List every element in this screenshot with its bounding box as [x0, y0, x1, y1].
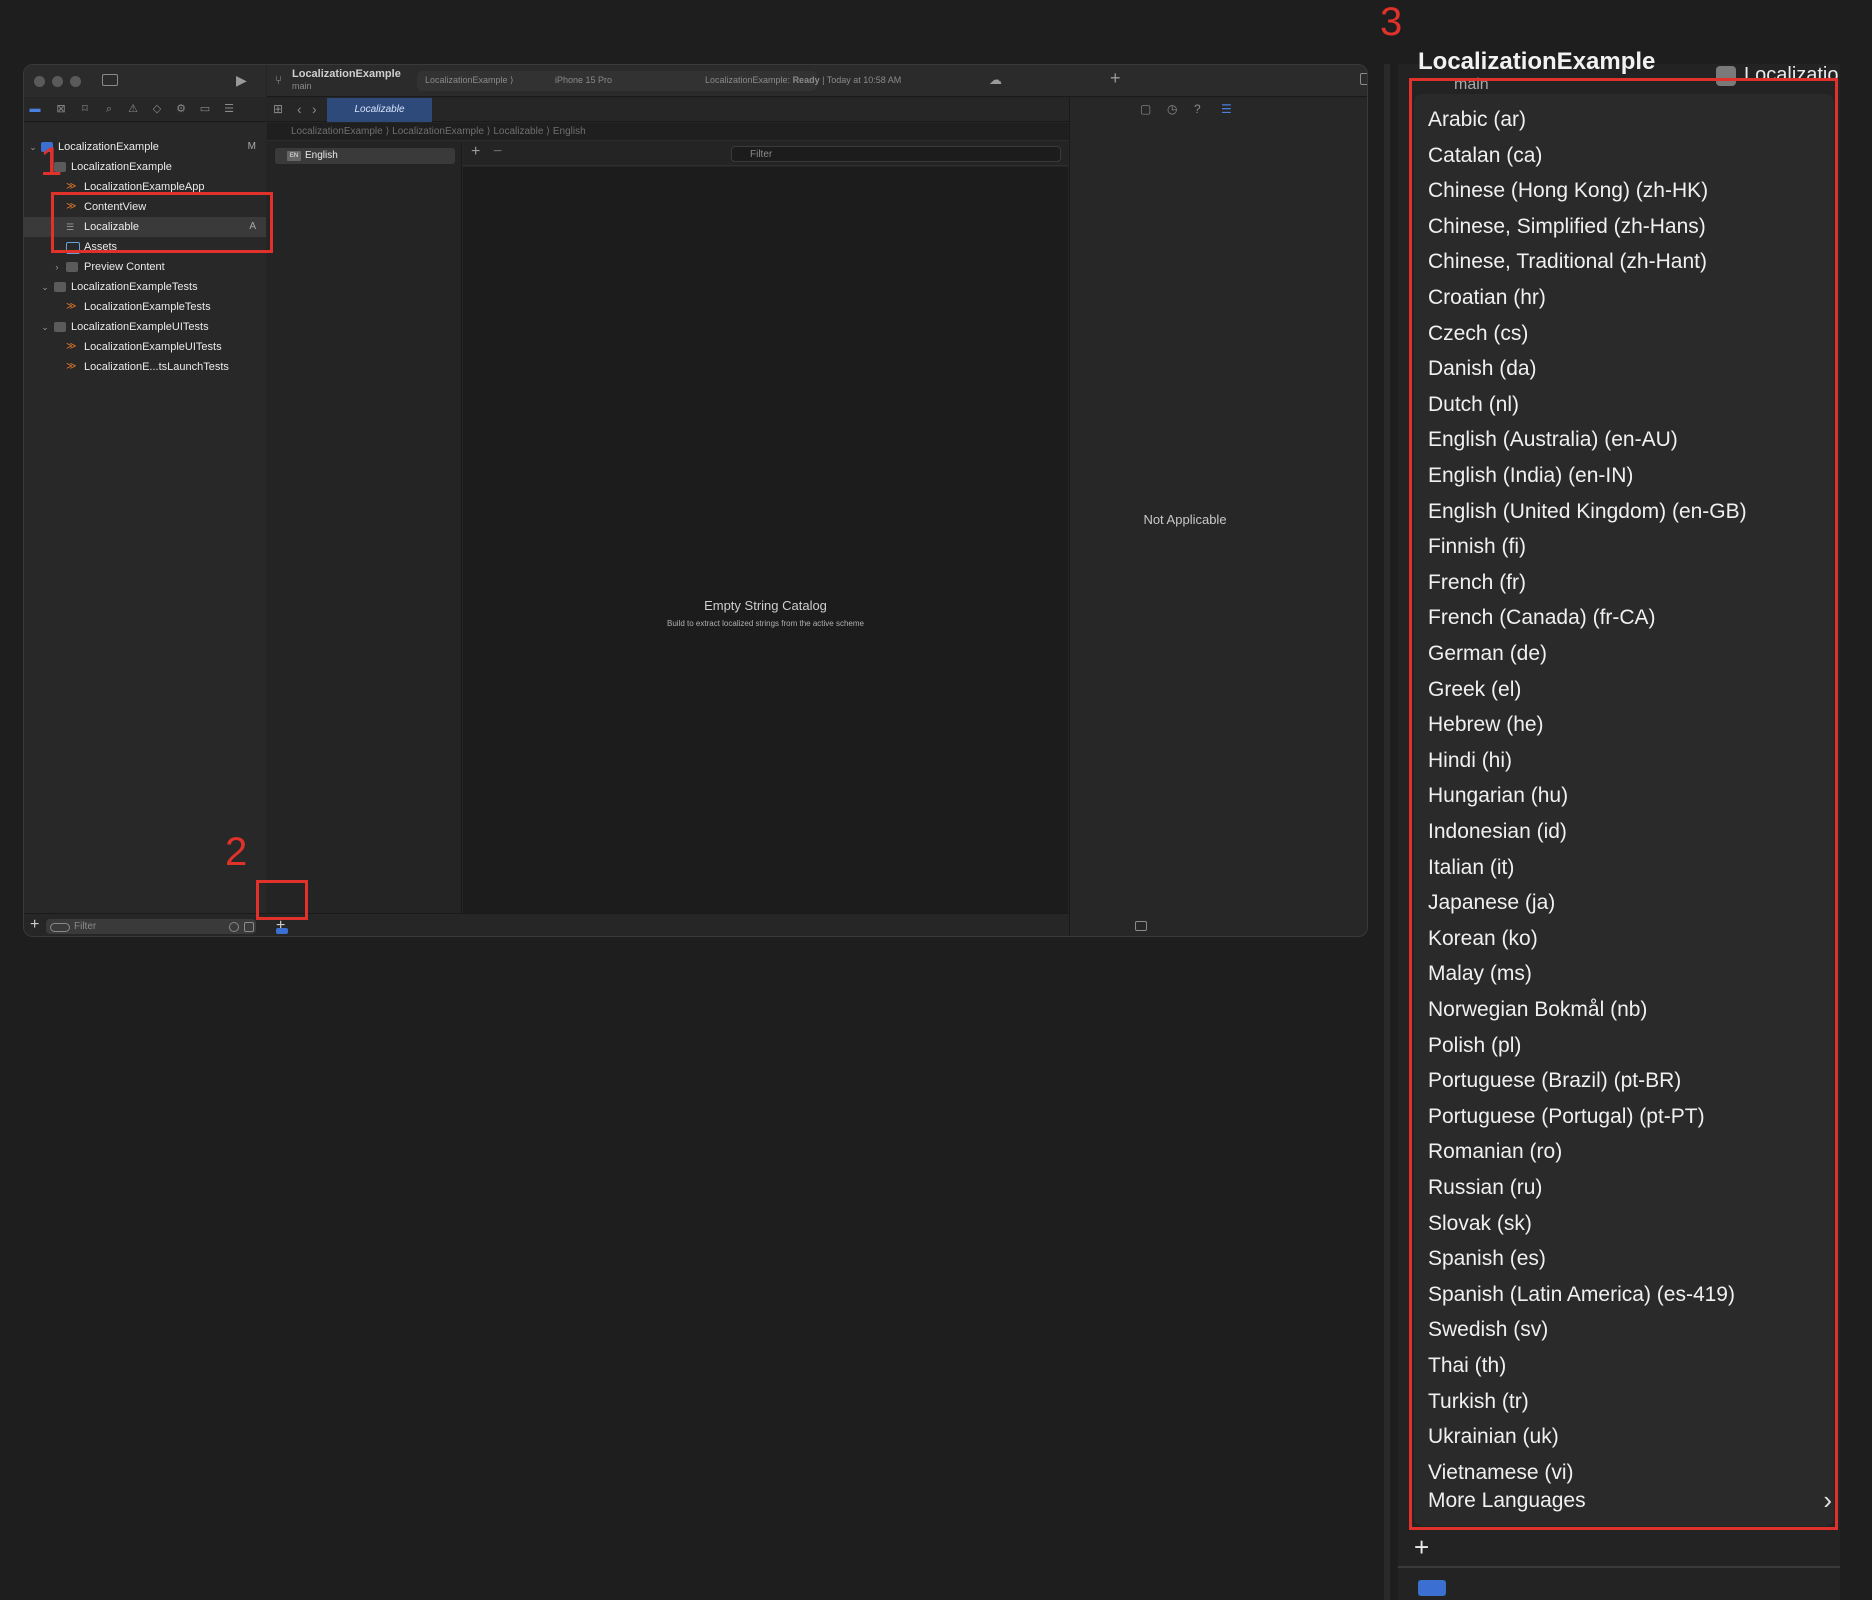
minimize-window-button[interactable] [52, 76, 63, 87]
breadcrumb[interactable]: LocalizationExample ⟩ LocalizationExampl… [267, 123, 1147, 141]
nav-item-label: LocalizationExample [71, 161, 172, 173]
chevron-down-icon[interactable]: ⌄ [28, 137, 38, 157]
recent-files-icon[interactable] [229, 922, 239, 932]
file-inspector-icon[interactable]: ▢ [1140, 102, 1151, 116]
swift-file-icon: ≫ [66, 341, 77, 352]
zoomed-debug-area-icon [1418, 1580, 1446, 1596]
scheme-selector[interactable]: LocalizationExample ⟩ [425, 75, 514, 86]
test-icon[interactable]: ◇ [150, 102, 164, 116]
nav-item-folder[interactable]: ⌄ LocalizationExampleTests [24, 277, 266, 297]
run-icon[interactable]: ▶ [236, 72, 247, 89]
filter-options-icon[interactable] [50, 923, 70, 932]
annotation-box-1 [51, 192, 273, 253]
close-window-button[interactable] [34, 76, 45, 87]
build-status-time: | Today at 10:58 AM [819, 75, 902, 85]
add-string-icon[interactable]: + [471, 143, 480, 161]
nav-item-label: LocalizationExampleTests [71, 281, 198, 293]
empty-catalog-subtitle: Build to extract localized strings from … [667, 619, 864, 628]
inspector-empty-text: Not Applicable [1143, 512, 1227, 527]
cloud-icon[interactable]: ☁ [989, 72, 1002, 88]
annotation-number-2: 2 [225, 830, 248, 874]
add-file-icon[interactable]: + [30, 916, 39, 934]
tab-localizable[interactable]: Localizable [327, 98, 432, 122]
swift-file-icon: ≫ [66, 181, 77, 192]
nav-item-label: LocalizationExample [58, 141, 159, 153]
nav-item-label: LocalizationExampleTests [84, 301, 211, 313]
sidebar-toggle-icon[interactable] [102, 74, 118, 86]
navigator-filter-bar: + Filter [24, 913, 266, 936]
chevron-left-icon[interactable]: ‹ [297, 101, 302, 117]
folder-icon [54, 282, 66, 292]
nav-item-label: Preview Content [84, 261, 165, 273]
activity-viewer[interactable]: LocalizationExample ⟩ iPhone 15 Pro Loca… [417, 71, 901, 91]
string-catalog-area: Empty String Catalog Build to extract lo… [463, 167, 1068, 913]
chevron-down-icon[interactable]: ⌄ [40, 277, 50, 297]
nav-item-file[interactable]: ≫ LocalizationExampleTests [24, 297, 266, 317]
navigator-filter-input[interactable]: Filter [46, 919, 256, 934]
annotation-box-2 [256, 880, 308, 920]
help-icon[interactable]: ? [1194, 102, 1201, 116]
build-status: LocalizationExample: Ready | Today at 10… [705, 75, 901, 85]
source-control-icon[interactable]: ⊠ [54, 102, 68, 116]
nav-item-file[interactable]: ≫ LocalizationE...tsLaunchTests [24, 357, 266, 377]
swift-file-icon: ≫ [66, 361, 77, 372]
window-toolbar: ⑂ LocalizationExample main LocalizationE… [267, 65, 1367, 97]
debug-area-icon[interactable] [276, 928, 288, 934]
chevron-down-icon[interactable]: ⌄ [40, 317, 50, 337]
catalog-filter-input[interactable]: Filter [731, 146, 1061, 162]
build-status-prefix: LocalizationExample: [705, 75, 793, 85]
device-selector[interactable]: iPhone 15 Pro [555, 75, 612, 85]
annotation-number-1: 1 [40, 140, 63, 184]
zoom-divider [1384, 64, 1390, 1600]
nav-item-folder[interactable]: ⌄ LocalizationExampleUITests [24, 317, 266, 337]
issue-icon[interactable]: ⚠ [126, 102, 140, 116]
editor-tab-bar: ⊞ ‹ › Localizable ⇄ ⊞ [267, 98, 1147, 122]
annotation-number-3: 3 [1380, 0, 1403, 44]
folder-icon [66, 262, 78, 272]
swift-file-icon: ≫ [66, 301, 77, 312]
inspector-panel: ▢ ◷ ? ☰ Not Applicable [1069, 98, 1367, 936]
zoomed-add-language-button[interactable]: + [1414, 1532, 1429, 1563]
grid-icon[interactable]: ⊞ [273, 102, 283, 116]
modified-badge: M [247, 141, 256, 152]
zoomed-project-title: LocalizationExample [1418, 48, 1656, 75]
bookmark-icon[interactable]: ⌑ [78, 102, 92, 116]
folder-icon [54, 322, 66, 332]
catalog-toolbar: + − Filter [463, 142, 1068, 166]
navigator-selector-bar: ▬ ⊠ ⌑ ⌕ ⚠ ◇ ⚙ ▭ ☰ [24, 98, 266, 122]
toggle-debug-area-icon[interactable] [1135, 921, 1147, 931]
source-control-filter-icon[interactable] [244, 922, 254, 932]
attributes-inspector-icon[interactable]: ☰ [1221, 102, 1232, 116]
empty-catalog-title: Empty String Catalog [704, 598, 827, 613]
find-icon[interactable]: ⌕ [102, 102, 116, 116]
history-icon[interactable]: ◷ [1167, 102, 1177, 116]
branch-name: main [292, 81, 312, 91]
zoom-window-button[interactable] [70, 76, 81, 87]
branch-icon: ⑂ [275, 73, 283, 87]
nav-item-file[interactable]: ≫ LocalizationExampleUITests [24, 337, 266, 357]
language-english[interactable]: EN English [275, 148, 455, 164]
nav-item-label: LocalizationExampleUITests [84, 341, 222, 353]
build-status-state: Ready [792, 75, 820, 85]
remove-string-icon[interactable]: − [493, 143, 502, 161]
nav-item-label: LocalizationExampleUITests [71, 321, 209, 333]
language-label: English [305, 150, 338, 161]
inspector-toggle-icon[interactable] [1360, 73, 1367, 85]
project-navigator-icon[interactable]: ▬ [28, 102, 42, 116]
nav-item-folder[interactable]: › Preview Content [24, 257, 266, 277]
chevron-right-icon[interactable]: › [52, 257, 62, 277]
nav-item-label: LocalizationE...tsLaunchTests [84, 361, 229, 373]
zoomed-divider-line [1398, 1566, 1840, 1568]
annotation-box-3 [1409, 78, 1838, 1530]
debug-icon[interactable]: ⚙ [174, 102, 188, 116]
report-icon[interactable]: ☰ [222, 102, 236, 116]
language-code-badge: EN [287, 151, 301, 161]
chevron-right-icon[interactable]: › [312, 101, 317, 117]
editor-bottom-bar: + [267, 913, 1147, 936]
window-toolbar-left: ▶ [24, 65, 266, 97]
project-title: LocalizationExample [292, 68, 401, 80]
add-icon[interactable]: + [1110, 68, 1121, 89]
language-list: EN English [267, 142, 462, 913]
breakpoint-icon[interactable]: ▭ [198, 102, 212, 116]
